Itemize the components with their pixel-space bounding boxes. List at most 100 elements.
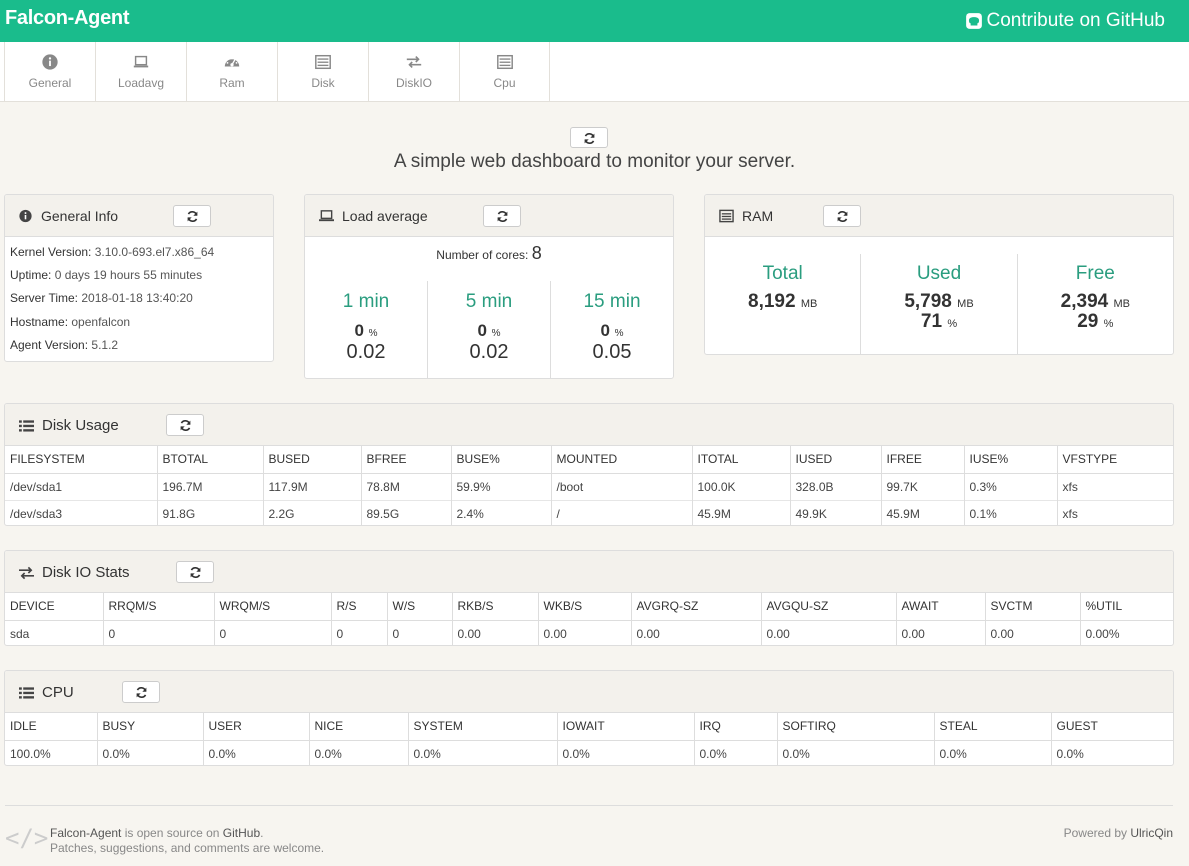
refresh-load-button[interactable]	[483, 205, 521, 227]
load-15min: 15 min 0 % 0.05	[550, 281, 673, 378]
table-cell: 0	[387, 619, 453, 645]
cpu-title: CPU	[42, 684, 74, 701]
table-cell: 0.0%	[777, 739, 935, 765]
column-header: BUSE%	[451, 446, 552, 474]
panel-header: Load average	[305, 195, 673, 237]
refresh-cpu-button[interactable]	[122, 681, 160, 703]
column-header: IFREE	[881, 446, 965, 474]
disk-io-title: Disk IO Stats	[42, 564, 130, 581]
refresh-icon	[190, 567, 200, 578]
table-cell: 0.00	[538, 619, 632, 645]
table-cell: 0.1%	[964, 499, 1058, 525]
disk-usage-panel: Disk Usage FILESYSTEM BTOTAL BUSED BFREE…	[4, 403, 1174, 526]
column-header: IUSE%	[964, 446, 1058, 474]
refresh-general-button[interactable]	[173, 205, 211, 227]
tab-disk-label: Disk	[311, 76, 335, 90]
tab-ram-label: Ram	[219, 76, 245, 90]
panel-header: General Info	[5, 195, 273, 237]
table-cell: 0.0%	[203, 739, 310, 765]
table-row: sda 0 0 0 0 0.00 0.00 0.00 0.00 0.00 0.0…	[5, 619, 1173, 645]
column-header: DEVICE	[5, 593, 104, 621]
info-key: Kernel Version:	[10, 245, 92, 259]
server-time-row: Server Time: 2018-01-18 13:40:20	[10, 287, 273, 310]
refresh-disk-button[interactable]	[166, 414, 204, 436]
load-percent: 0 %	[305, 321, 427, 341]
disk-io-table: DEVICE RRQM/S WRQM/S R/S W/S RKB/S WKB/S…	[5, 593, 1173, 645]
refresh-diskio-button[interactable]	[176, 561, 214, 583]
tab-general[interactable]: General	[4, 42, 95, 101]
table-cell: 0.0%	[97, 739, 204, 765]
table-row: /dev/sda1 196.7M 117.9M 78.8M 59.9% /boo…	[5, 472, 1173, 500]
panel-title: Disk Usage	[19, 417, 119, 434]
contribute-github-label: Contribute on GitHub	[986, 10, 1166, 31]
table-cell: 196.7M	[157, 472, 264, 500]
general-info-panel: General Info Kernel Version: 3.10.0-693.…	[4, 194, 274, 362]
info-key: Uptime:	[10, 268, 52, 283]
ram-unit: MB	[800, 298, 818, 310]
load-1min: 1 min 0 % 0.02	[305, 281, 427, 378]
table-cell: 117.9M	[263, 472, 362, 500]
column-header: W/S	[387, 593, 453, 621]
table-cell: xfs	[1057, 472, 1173, 500]
column-header: ITOTAL	[692, 446, 791, 474]
cores-label: Number of cores:	[436, 248, 529, 262]
author-link[interactable]: UlricQin	[1130, 826, 1173, 840]
load-average-panel: Load average Number of cores: 8 1 min 0 …	[304, 194, 674, 379]
table-cell: xfs	[1057, 499, 1173, 525]
table-cell: 0.0%	[694, 739, 778, 765]
table-cell: 49.9K	[790, 499, 882, 525]
ram-value: 5,798 MB	[861, 291, 1016, 313]
refresh-all-button[interactable]	[570, 127, 608, 148]
tab-loadavg[interactable]: Loadavg	[95, 42, 186, 101]
tab-disk[interactable]: Disk	[277, 42, 368, 101]
refresh-icon	[136, 687, 146, 698]
table-cell: 78.8M	[361, 472, 452, 500]
table-cell: 0.0%	[557, 739, 695, 765]
footer-github-link[interactable]: GitHub	[223, 826, 260, 840]
table-cell: 2.4%	[451, 499, 552, 525]
brand-title[interactable]: Falcon-Agent	[5, 7, 129, 30]
load-percent: 0 %	[428, 321, 550, 341]
info-value: openfalcon	[71, 314, 131, 329]
panel-title: General Info	[18, 208, 118, 224]
table-cell: 91.8G	[157, 499, 264, 525]
table-cell: 0.00	[452, 619, 539, 645]
ram-used: Used 5,798 MB 71 %	[860, 254, 1016, 354]
refresh-icon	[180, 420, 190, 431]
column-header: IRQ	[694, 713, 778, 741]
tab-diskio[interactable]: DiskIO	[368, 42, 459, 101]
table-cell: 0.0%	[309, 739, 409, 765]
table-cell: sda	[5, 619, 104, 645]
column-header: RRQM/S	[103, 593, 215, 621]
footer-brand-link[interactable]: Falcon-Agent	[50, 826, 121, 840]
column-header: STEAL	[934, 713, 1052, 741]
laptop-icon	[319, 210, 334, 222]
general-info-title: General Info	[41, 208, 119, 224]
refresh-ram-button[interactable]	[823, 205, 861, 227]
column-header: SYSTEM	[408, 713, 558, 741]
table-cell: /dev/sda1	[5, 472, 158, 500]
disk-usage-table: FILESYSTEM BTOTAL BUSED BFREE BUSE% MOUN…	[5, 446, 1173, 525]
panel-title: Load average	[319, 208, 428, 224]
table-cell: 2.2G	[263, 499, 362, 525]
load-percent: 0 %	[551, 321, 673, 341]
panel-header: CPU	[5, 671, 1173, 713]
contribute-github-link[interactable]: Contribute on GitHub	[965, 10, 1166, 32]
ram-percent: 71 %	[861, 311, 1016, 333]
table-cell: 99.7K	[881, 472, 965, 500]
ram-amount: 8,192	[748, 291, 796, 312]
cpu-panel: CPU IDLE BUSY USER NICE SYSTEM IOWAIT IR…	[4, 670, 1174, 766]
tab-ram[interactable]: Ram	[186, 42, 277, 101]
table-cell: 59.9%	[451, 472, 552, 500]
ram-free: Free 2,394 MB 29 %	[1016, 254, 1173, 354]
column-header: SOFTIRQ	[777, 713, 935, 741]
percent-unit: %	[947, 318, 958, 330]
tab-cpu[interactable]: Cpu	[459, 42, 550, 101]
cores-count: 8	[531, 243, 542, 263]
table-row: /dev/sda3 91.8G 2.2G 89.5G 2.4% / 45.9M …	[5, 499, 1173, 525]
column-header: GUEST	[1051, 713, 1173, 741]
table-cell: 0.00%	[1080, 619, 1173, 645]
footer-text-mid: is open source on	[121, 826, 223, 840]
column-header: IUSED	[790, 446, 882, 474]
table-cell: 0.0%	[408, 739, 558, 765]
